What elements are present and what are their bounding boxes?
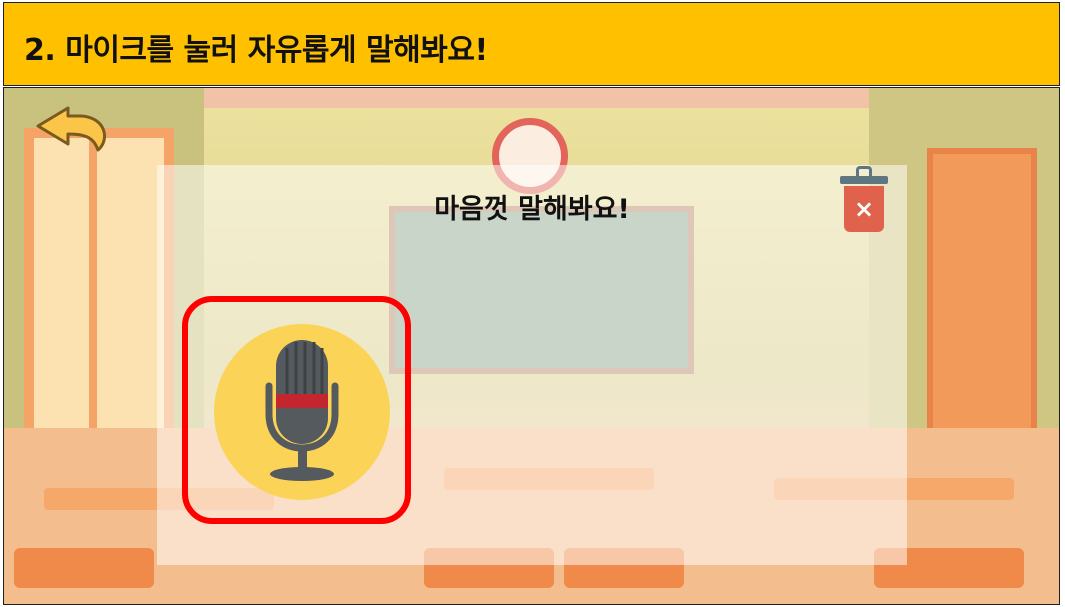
window — [24, 128, 174, 448]
microphone-button[interactable] — [214, 324, 390, 500]
ceiling-trim — [154, 88, 914, 108]
back-arrow-icon[interactable] — [32, 100, 114, 152]
close-icon: × — [853, 195, 875, 223]
trash-lid — [840, 176, 888, 184]
instruction-bar: 2. 마이크를 눌러 자유롭게 말해봐요! — [3, 2, 1060, 86]
microphone-icon — [265, 340, 339, 481]
trash-icon: × — [844, 186, 884, 232]
panel-heading: 마음껏 말해봐요! — [434, 194, 630, 225]
trash-button[interactable]: × — [838, 164, 890, 236]
chair — [14, 548, 154, 588]
instruction-title: 2. 마이크를 눌러 자유롭게 말해봐요! — [24, 33, 488, 68]
